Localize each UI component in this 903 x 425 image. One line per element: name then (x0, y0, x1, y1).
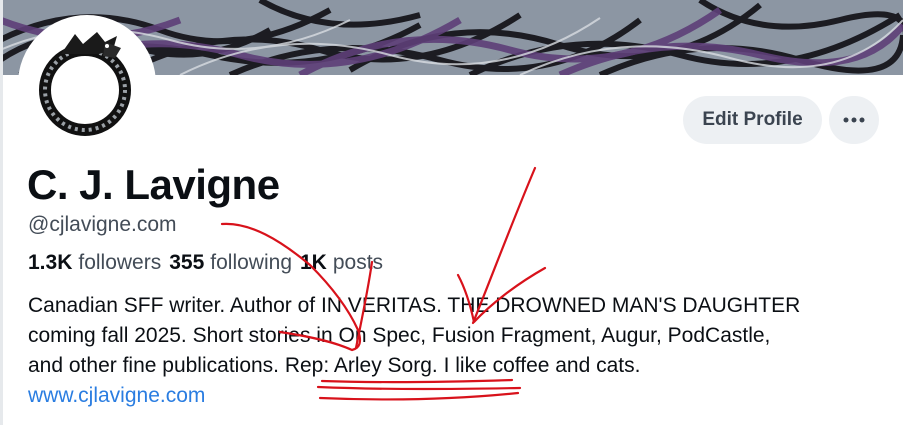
followers-stat[interactable]: 1.3K followers (28, 249, 161, 277)
more-options-button[interactable] (829, 96, 879, 144)
following-stat[interactable]: 355 following (169, 249, 292, 277)
posts-stat: 1K posts (300, 249, 383, 277)
avatar[interactable] (18, 15, 156, 153)
profile-bio: Canadian SFF writer. Author of IN VERITA… (28, 291, 888, 381)
ellipsis-icon (843, 117, 865, 123)
following-count: 355 (169, 251, 205, 274)
annotation-underline (318, 391, 520, 401)
website-link[interactable]: www.cjlavigne.com (28, 381, 205, 411)
following-label: following (210, 251, 292, 274)
bio-line: Canadian SFF writer. Author of IN VERITA… (28, 294, 801, 317)
bio-line: coming fall 2025. Short stories in On Sp… (28, 324, 771, 347)
posts-count: 1K (300, 251, 327, 274)
edit-profile-button[interactable]: Edit Profile (683, 96, 822, 144)
display-name: C. J. Lavigne (27, 161, 280, 208)
profile-handle: @cjlavigne.com (28, 213, 177, 236)
followers-label: followers (78, 251, 162, 274)
bio-line: and other fine publications. Rep: Arley … (28, 354, 641, 377)
profile-stats: 1.3K followers 355 following 1K posts (28, 249, 383, 277)
followers-count: 1.3K (28, 251, 73, 274)
annotation-underline (316, 385, 522, 391)
ouroboros-dragon-icon (21, 18, 153, 150)
posts-label: posts (332, 251, 384, 274)
card-left-border (0, 0, 3, 425)
